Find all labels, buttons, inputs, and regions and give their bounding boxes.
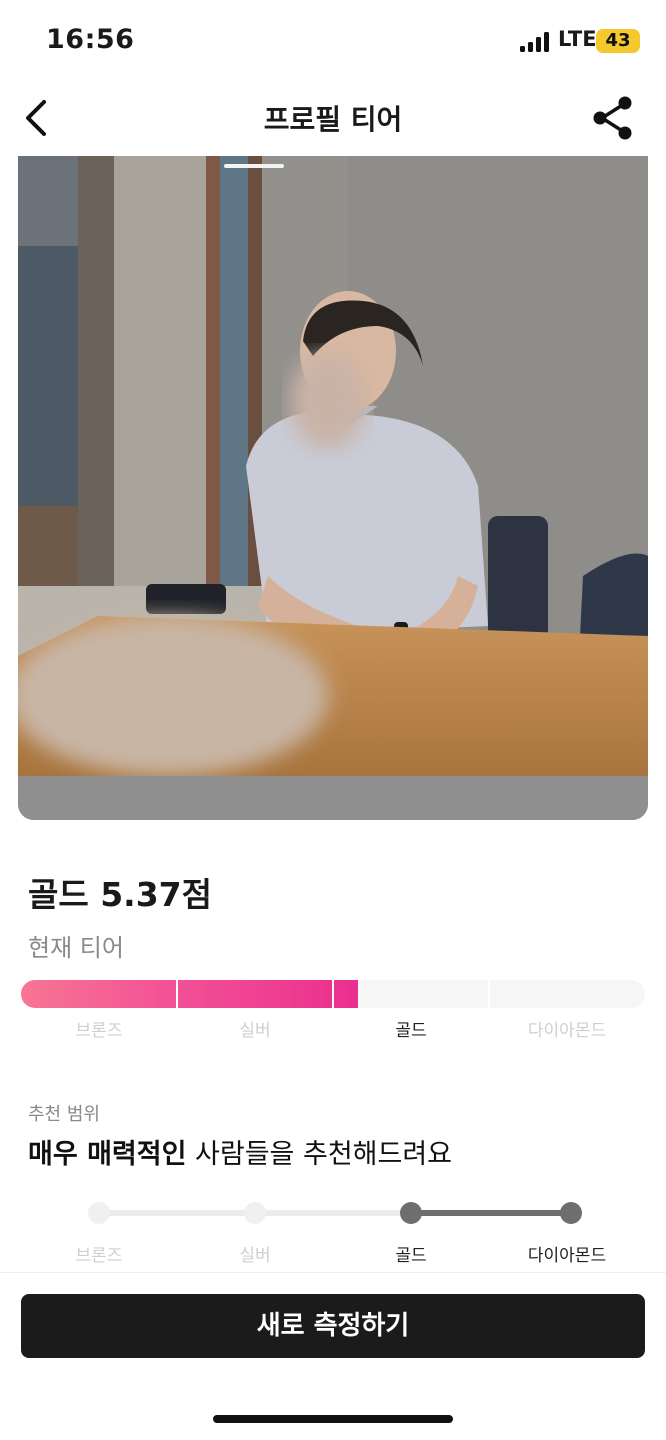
profile-photo[interactable] [18,156,648,820]
profile-photo-image [18,156,648,820]
recommendation-range-active [411,1210,571,1216]
range-dot-gold [400,1202,422,1224]
status-bar: 16:56 LTE 43 [0,0,666,84]
signal-strength-icon [520,32,550,52]
range-label-silver: 실버 [239,1246,271,1266]
tier-label-silver: 실버 [239,1021,271,1041]
recommendation-headline-rest: 사람들을 추천해드려요 [186,1139,453,1170]
range-label-gold: 골드 [395,1246,427,1266]
recommendation-range-labels: 브론즈 실버 골드 다이아몬드 [21,1241,645,1269]
footer-divider [0,1272,666,1273]
status-time: 16:56 [46,24,135,55]
page-title: 프로필 티어 [263,103,403,136]
tier-progress-fill [21,980,358,1008]
recommendation-headline: 매우 매력적인 사람들을 추천해드려요 [28,1132,452,1171]
tier-score: 골드 5.37점 [28,875,212,914]
tier-label-diamond: 다이아몬드 [527,1021,607,1041]
tier-label-gold: 골드 [395,1021,427,1041]
top-bar: 프로필 티어 [0,84,666,154]
range-dot-diamond [560,1202,582,1224]
tier-caption: 현재 티어 [28,934,124,962]
tier-progress-bar [21,980,645,1008]
share-button[interactable] [588,94,638,142]
home-indicator [213,1415,453,1423]
photo-page-indicator [224,164,284,168]
tier-divider [488,980,490,1008]
remeasure-button[interactable]: 새로 측정하기 [21,1294,645,1358]
range-dot-bronze [88,1202,110,1224]
tier-labels: 브론즈 실버 골드 다이아몬드 [21,1016,645,1044]
recommendation-headline-bold: 매우 매력적인 [28,1139,187,1170]
tier-divider [176,980,178,1008]
battery-icon: 43 [596,29,640,53]
range-label-bronze: 브론즈 [75,1246,123,1266]
tier-divider [332,980,334,1008]
range-dot-silver [244,1202,266,1224]
network-type: LTE [558,27,597,51]
range-label-diamond: 다이아몬드 [527,1246,607,1266]
share-icon [593,96,632,140]
tier-label-bronze: 브론즈 [75,1021,123,1041]
recommendation-caption: 추천 범위 [28,1104,100,1125]
